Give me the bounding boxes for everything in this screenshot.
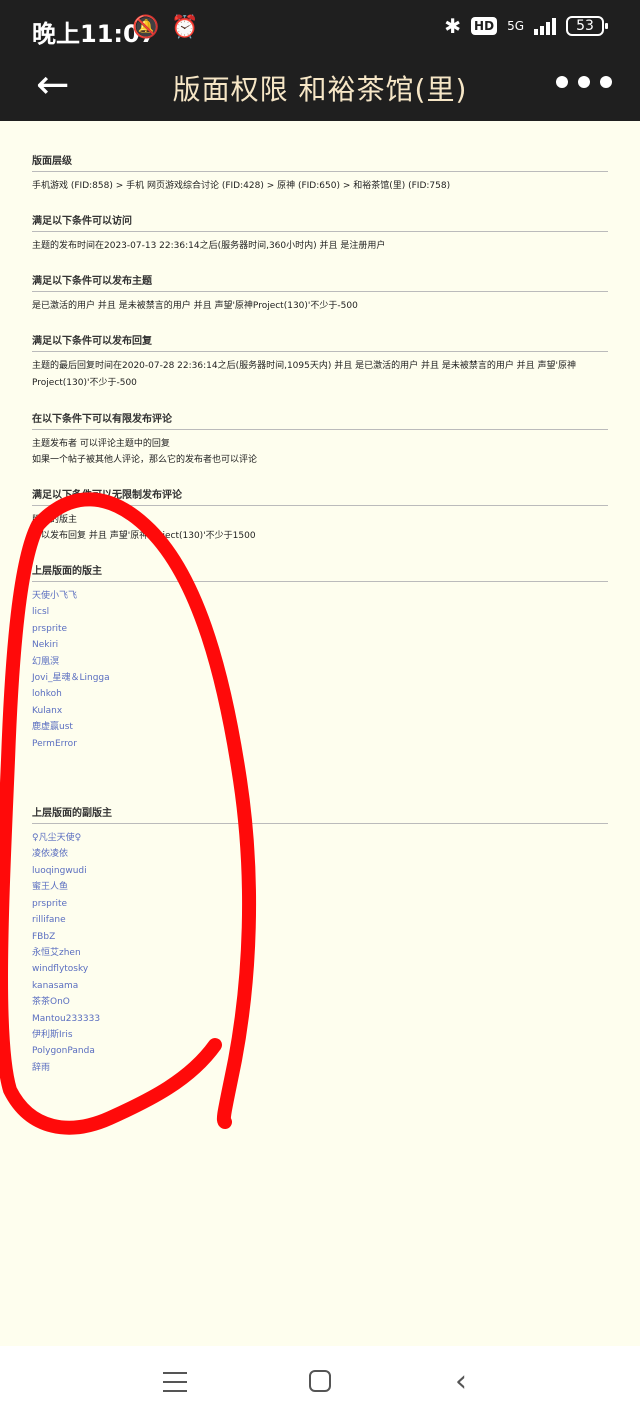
- moderator-link[interactable]: 幻凰溟: [32, 654, 608, 670]
- section-title: 在以下条件下可以有限发布评论: [32, 410, 608, 430]
- sub-moderator-link[interactable]: PolygonPanda: [32, 1043, 608, 1059]
- section-title: 上层版面的版主: [32, 562, 608, 582]
- moderator-link[interactable]: Jovi_星魂＆Lingga: [32, 670, 608, 686]
- moderator-link[interactable]: 天使小飞飞: [32, 588, 608, 604]
- signal-icon: [534, 17, 556, 35]
- moderator-link[interactable]: prsprite: [32, 621, 608, 637]
- sub-moderator-link[interactable]: 茶茶OnO: [32, 994, 608, 1010]
- back-icon[interactable]: ‹: [455, 1364, 467, 1399]
- mute-icon: 🔕: [132, 15, 160, 40]
- section-title: 满足以下条件可以发布主题: [32, 272, 608, 292]
- unlimited-comment-line: 版内的版主: [32, 515, 78, 525]
- status-right-icons: ✱ HD 5G 53: [444, 14, 608, 38]
- visit-text: 主题的发布时间在2023-07-13 22:36:14之后(服务器时间,360小…: [32, 241, 386, 251]
- battery-icon: 53: [566, 16, 608, 36]
- section-hierarchy: 版面层级 手机游戏 (FID:858) > 手机 网页游戏综合讨论 (FID:4…: [32, 152, 608, 194]
- home-icon[interactable]: [309, 1370, 331, 1392]
- sub-moderator-link[interactable]: prsprite: [32, 896, 608, 912]
- section-title: 满足以下条件可以发布回复: [32, 332, 608, 352]
- section-unlimited-comment: 满足以下条件可以无限制发布评论 版内的版主 可以发布回复 并且 声望'原神Pro…: [32, 486, 608, 544]
- limited-comment-line: 主题发布者 可以评论主题中的回复: [32, 439, 170, 449]
- sub-moderator-link[interactable]: luoqingwudi: [32, 863, 608, 879]
- limited-comment-line: 如果一个帖子被其他人评论，那么它的发布者也可以评论: [32, 455, 258, 465]
- section-title: 满足以下条件可以访问: [32, 212, 608, 232]
- alarm-icon: ⏰: [171, 15, 199, 40]
- moderator-link[interactable]: 鹿虚赢ust: [32, 719, 608, 735]
- hierarchy-text: 手机游戏 (FID:858) > 手机 网页游戏综合讨论 (FID:428) >…: [32, 181, 451, 191]
- unlimited-comment-line: 可以发布回复 并且 声望'原神Project(130)'不少于1500: [32, 531, 256, 541]
- page-title: 版面权限 和裕茶馆(里): [172, 73, 468, 106]
- section-title: 版面层级: [32, 152, 608, 172]
- moderator-link[interactable]: Nekiri: [32, 637, 608, 653]
- bluetooth-icon: ✱: [444, 14, 462, 38]
- post-topic-text: 是已激活的用户 并且 是未被禁言的用户 并且 声望'原神Project(130)…: [32, 301, 358, 311]
- sub-moderator-link[interactable]: 伊利斯Iris: [32, 1027, 608, 1043]
- network-label: 5G: [507, 19, 524, 33]
- section-title: 满足以下条件可以无限制发布评论: [32, 486, 608, 506]
- section-sub-moderators: 上层版面的副版主 ♀凡尘天使♀ 凌依凌依 luoqingwudi 蜜王人鱼 pr…: [32, 804, 608, 1076]
- section-visit: 满足以下条件可以访问 主题的发布时间在2023-07-13 22:36:14之后…: [32, 212, 608, 254]
- moderator-link[interactable]: lohkoh: [32, 686, 608, 702]
- section-moderators: 上层版面的版主 天使小飞飞 licsl prsprite Nekiri 幻凰溟 …: [32, 562, 608, 752]
- more-icon[interactable]: [556, 76, 612, 88]
- sub-moderator-link[interactable]: 蜜王人鱼: [32, 879, 608, 895]
- post-reply-text: 主题的最后回复时间在2020-07-28 22:36:14之后(服务器时间,10…: [32, 361, 577, 388]
- sub-moderator-link[interactable]: 永恒艾zhen: [32, 945, 608, 961]
- hd-icon: HD: [471, 17, 498, 35]
- section-post-reply: 满足以下条件可以发布回复 主题的最后回复时间在2020-07-28 22:36:…: [32, 332, 608, 392]
- sub-moderator-link[interactable]: FBbZ: [32, 929, 608, 945]
- sub-moderator-link[interactable]: 凌依凌依: [32, 846, 608, 862]
- sub-moderator-link[interactable]: ♀凡尘天使♀: [32, 830, 608, 846]
- sub-moderator-link[interactable]: windflytosky: [32, 961, 608, 977]
- moderator-link[interactable]: licsl: [32, 604, 608, 620]
- sub-moderator-link[interactable]: kanasama: [32, 978, 608, 994]
- system-nav-bar: ‹: [0, 1346, 640, 1422]
- sub-moderator-link[interactable]: rillifane: [32, 912, 608, 928]
- section-title: 上层版面的副版主: [32, 804, 608, 825]
- status-left-icons: 🔕 ⏰: [132, 15, 211, 40]
- section-post-topic: 满足以下条件可以发布主题 是已激活的用户 并且 是未被禁言的用户 并且 声望'原…: [32, 272, 608, 314]
- moderator-link[interactable]: Kulanx: [32, 703, 608, 719]
- sub-moderator-link[interactable]: Mantou233333: [32, 1011, 608, 1027]
- status-bar: 晚上11:07 🔕 ⏰ ✱ HD 5G 53: [0, 0, 640, 58]
- title-bar: ← 版面权限 和裕茶馆(里): [0, 58, 640, 121]
- menu-icon[interactable]: [163, 1372, 187, 1399]
- section-limited-comment: 在以下条件下可以有限发布评论 主题发布者 可以评论主题中的回复 如果一个帖子被其…: [32, 410, 608, 468]
- permissions-content: 版面层级 手机游戏 (FID:858) > 手机 网页游戏综合讨论 (FID:4…: [32, 152, 608, 1094]
- moderator-link[interactable]: PermError: [32, 736, 608, 752]
- sub-moderator-link[interactable]: 辞雨: [32, 1060, 608, 1076]
